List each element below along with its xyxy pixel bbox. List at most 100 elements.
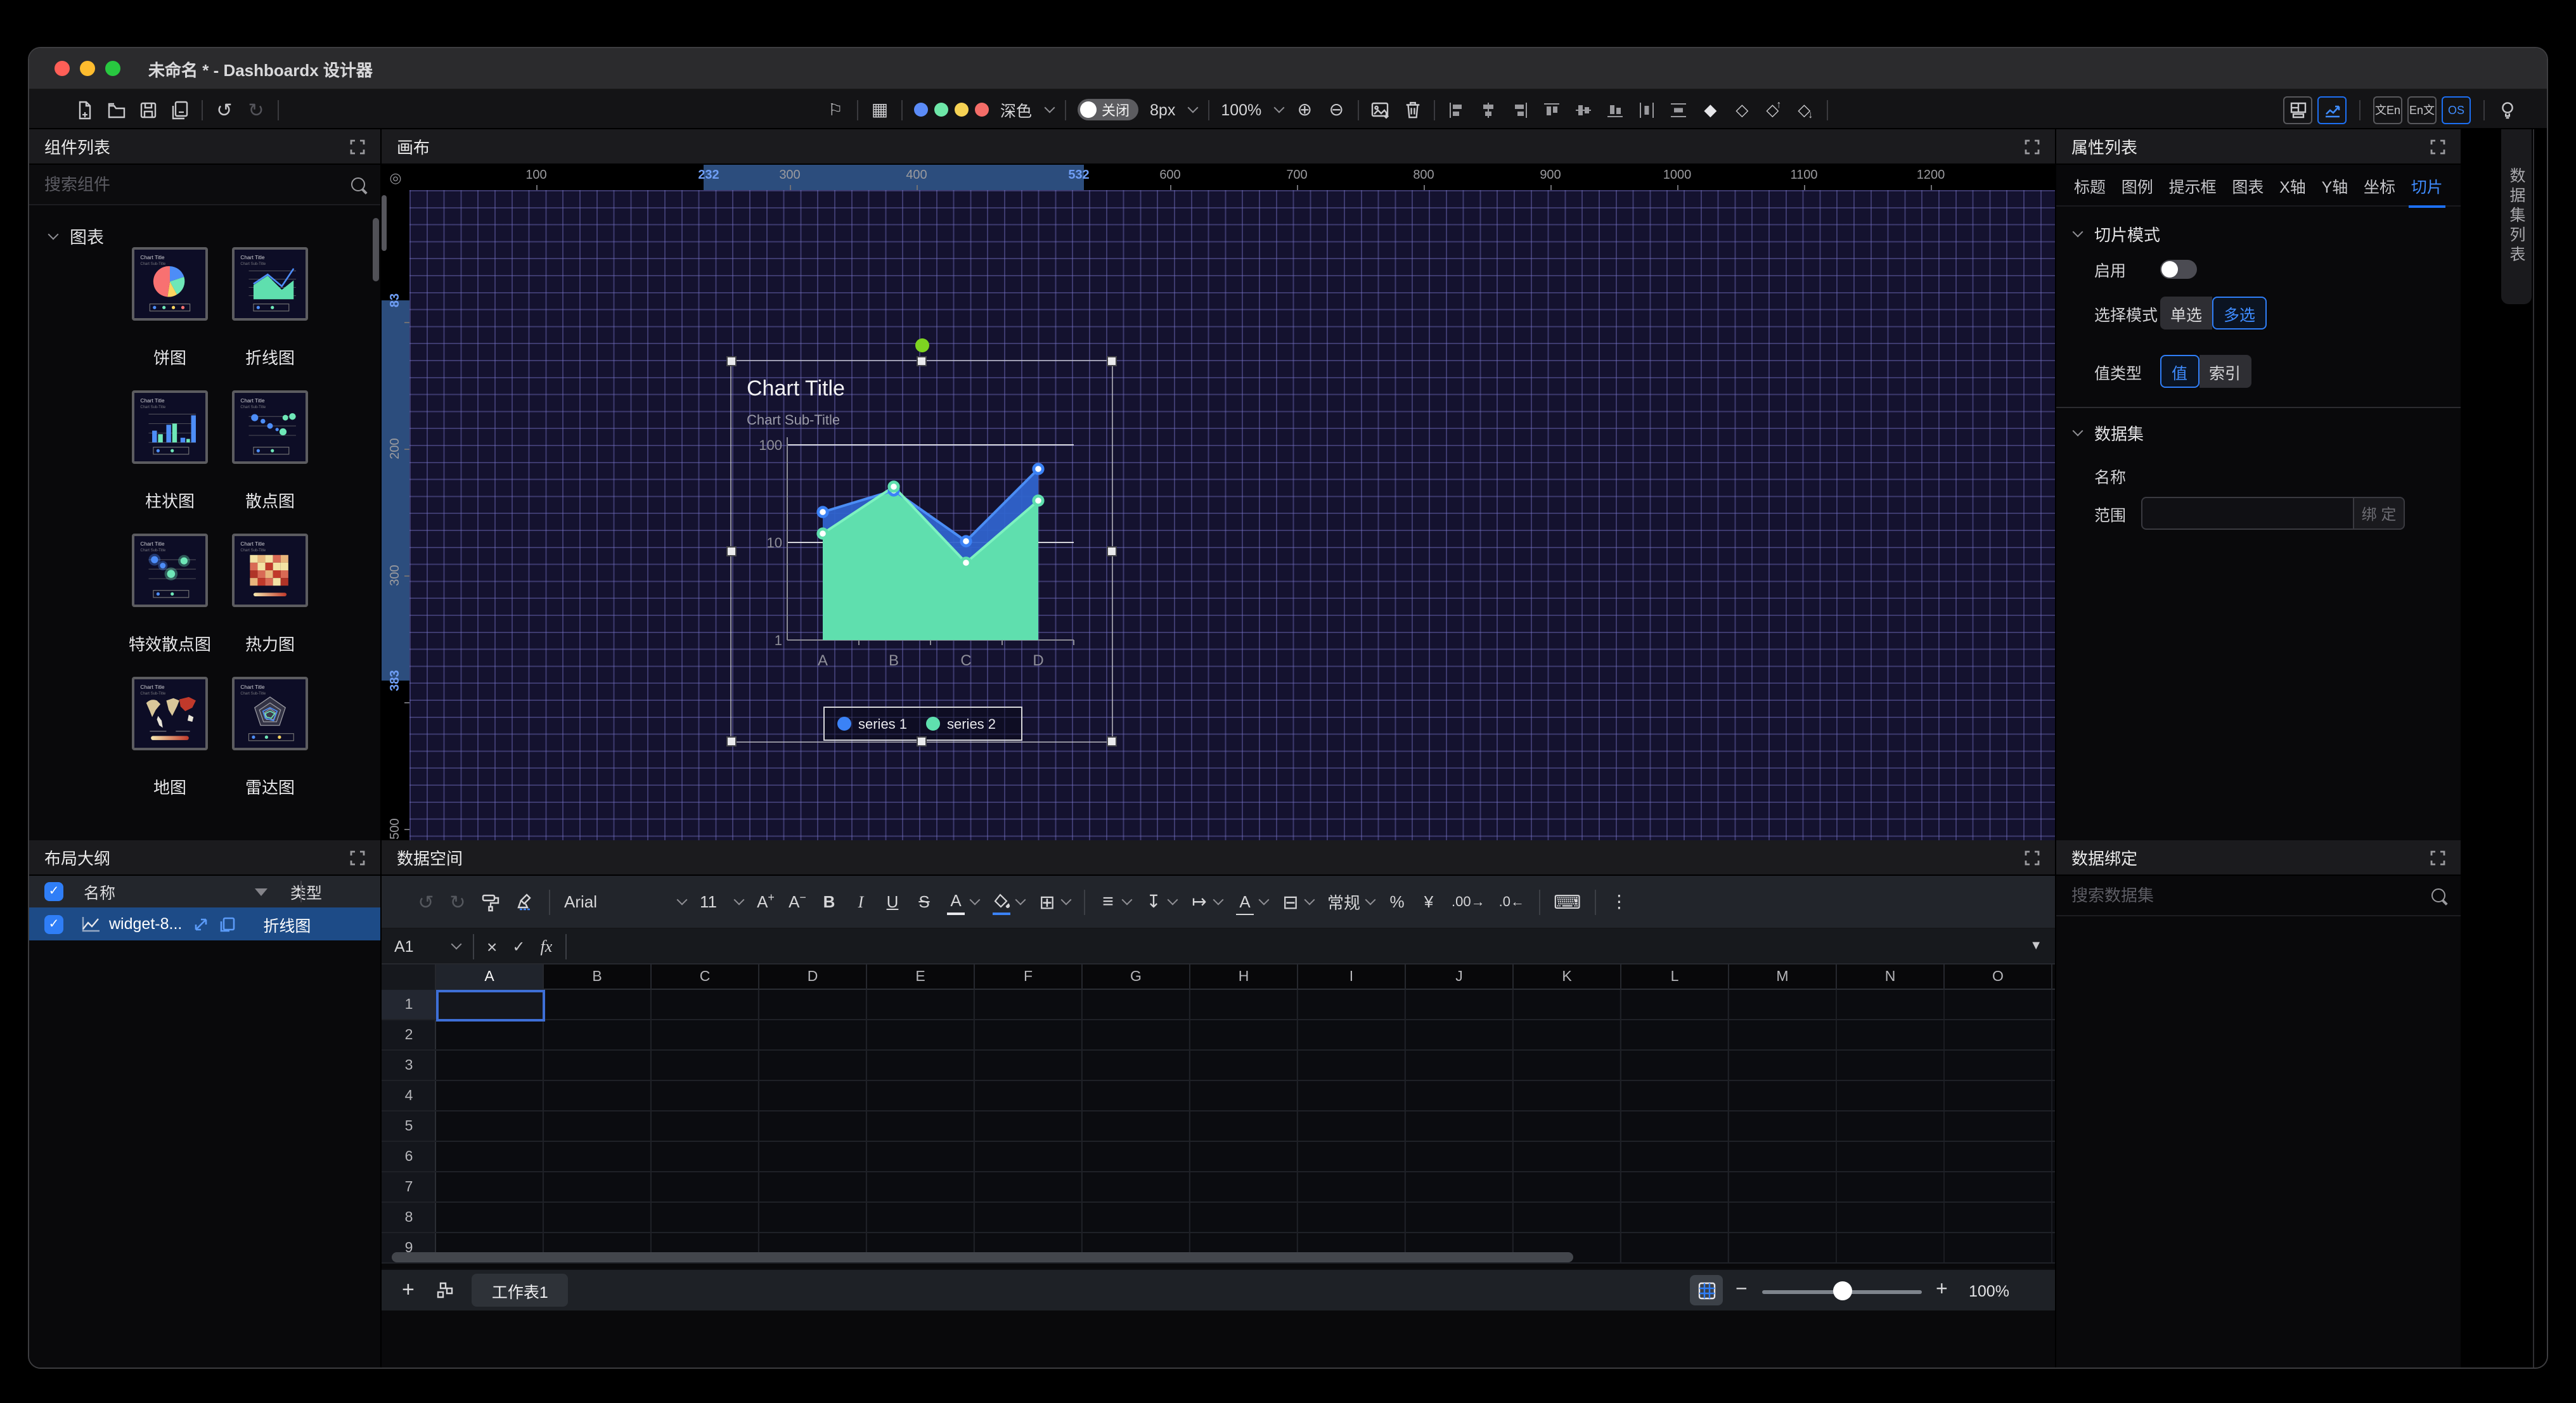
row-checkbox[interactable]: ✓	[44, 914, 63, 933]
selected-chart-widget[interactable]: Chart Title Chart Sub-Title 100 10 1	[731, 361, 1112, 741]
table-grid-icon[interactable]: ▦	[870, 98, 890, 121]
component-item-scatter[interactable]: Chart TitleChart Sub-Title 散点图	[221, 390, 319, 512]
column-header[interactable]: C	[652, 964, 759, 990]
underline-icon[interactable]: U	[884, 889, 901, 914]
tab-coords[interactable]: 坐标	[2364, 163, 2395, 207]
dataset-range-input[interactable]	[2141, 497, 2354, 530]
chevron-down-icon[interactable]	[451, 939, 462, 950]
currency-format-icon[interactable]: ¥	[1420, 889, 1438, 914]
tab-x-axis[interactable]: X轴	[2279, 163, 2306, 207]
column-header[interactable]: E	[867, 964, 975, 990]
data-validation-icon[interactable]: ⌨	[1554, 889, 1581, 914]
expand-panel-icon[interactable]	[350, 850, 365, 865]
expand-panel-icon[interactable]	[2025, 850, 2040, 865]
distribute-horizontal-icon[interactable]	[1637, 98, 1657, 121]
selected-cell-a1[interactable]	[436, 990, 545, 1022]
sheet-tab-active[interactable]: 工作表1	[472, 1274, 569, 1307]
new-file-icon[interactable]	[75, 98, 95, 121]
search-icon[interactable]	[351, 177, 365, 191]
borders-icon[interactable]: ⊞	[1038, 889, 1056, 914]
more-options-icon[interactable]: ⋮	[1610, 889, 1628, 914]
text-rotate-icon[interactable]: A	[1236, 889, 1254, 914]
slice-mode-section[interactable]: 切片模式	[2071, 222, 2160, 246]
option-multi[interactable]: 多选	[2212, 297, 2267, 330]
canvas-zoom-label[interactable]: 100%	[1221, 101, 1261, 119]
expand-panel-icon[interactable]	[2430, 850, 2445, 865]
layout-view-button[interactable]	[2283, 96, 2312, 124]
font-family-select[interactable]: Arial	[564, 889, 686, 914]
column-header[interactable]: H	[1190, 964, 1298, 990]
formula-bar-expand-icon[interactable]: ▼	[2030, 939, 2042, 953]
italic-icon[interactable]: I	[852, 889, 870, 914]
zoom-in-sheet-button[interactable]: +	[1936, 1279, 1948, 1302]
column-header[interactable]: L	[1621, 964, 1729, 990]
legend-label-series2[interactable]: series 2	[947, 716, 996, 732]
align-bottom-icon[interactable]	[1605, 98, 1625, 121]
component-item-radar[interactable]: Chart TitleChart Sub-Title 雷达图	[221, 677, 319, 798]
option-single[interactable]: 单选	[2160, 297, 2212, 330]
sheet-zoom-knob[interactable]	[1833, 1281, 1852, 1300]
vertical-align-icon[interactable]: ↧	[1145, 889, 1162, 914]
strikethrough-icon[interactable]: S	[915, 889, 933, 914]
component-item-effect-scatter[interactable]: Chart TitleChart Sub-Title 特效散点图	[120, 534, 219, 655]
function-icon[interactable]: fx	[541, 936, 553, 956]
rotate-handle[interactable]	[915, 338, 929, 352]
cell-reference[interactable]: A1	[394, 937, 450, 955]
text-wrap-icon[interactable]: ↦	[1190, 889, 1208, 914]
outline-row-widget[interactable]: ✓ widget-8... 折线图	[29, 907, 380, 940]
translate-cn-en-button[interactable]: 文En	[2373, 96, 2402, 124]
redo-icon[interactable]: ↻	[246, 98, 266, 121]
format-painter-icon[interactable]	[480, 889, 501, 914]
resize-handle-se[interactable]	[1107, 736, 1117, 746]
resize-handle-w[interactable]	[726, 546, 737, 556]
zoom-out-sheet-button[interactable]: −	[1736, 1279, 1748, 1302]
column-header[interactable]: O	[1945, 964, 2052, 990]
font-size-select[interactable]: 11	[700, 889, 743, 914]
name-column-header[interactable]: 名称	[84, 880, 115, 904]
resize-handle-n[interactable]	[917, 356, 927, 366]
chevron-down-icon[interactable]	[1188, 103, 1199, 113]
tab-y-axis[interactable]: Y轴	[2322, 163, 2348, 207]
delete-icon[interactable]	[1402, 98, 1422, 121]
formula-input[interactable]	[579, 937, 2030, 956]
column-header[interactable]: N	[1837, 964, 1945, 990]
resize-handle-sw[interactable]	[726, 736, 737, 746]
sheet-cells[interactable]: 1 2 3 4 5 6 7 8 9	[382, 990, 2055, 1264]
align-left-icon[interactable]	[1446, 98, 1467, 121]
number-format-select[interactable]: 常规	[1327, 889, 1360, 914]
filter-icon[interactable]	[255, 888, 267, 895]
expand-panel-icon[interactable]	[2430, 139, 2445, 154]
sheet-undo-icon[interactable]: ↺	[417, 889, 435, 914]
fill-color-icon[interactable]	[993, 889, 1010, 914]
option-value[interactable]: 值	[2160, 355, 2199, 388]
increase-font-icon[interactable]: A+	[757, 889, 775, 914]
component-item-bar[interactable]: Chart TitleChart Sub-Title 柱状图	[120, 390, 219, 512]
bind-button[interactable]: 绑 定	[2354, 497, 2405, 530]
export-image-icon[interactable]	[1370, 98, 1391, 121]
column-header[interactable]: F	[975, 964, 1083, 990]
resize-handle-e[interactable]	[1107, 546, 1117, 556]
sidebar-scrollbar[interactable]	[373, 218, 379, 281]
debug-flag-icon[interactable]: ⚐	[825, 98, 846, 121]
ruler-origin-icon[interactable]: ◎	[382, 165, 409, 190]
component-search-input[interactable]	[44, 175, 351, 194]
save-icon[interactable]	[138, 98, 158, 121]
os-theme-button[interactable]: OS	[2442, 96, 2471, 124]
sheet-redo-icon[interactable]: ↻	[449, 889, 467, 914]
component-item-pie[interactable]: Chart TitleChart Sub-Title 饼图	[120, 247, 219, 369]
legend-dot-series1[interactable]	[837, 717, 851, 731]
component-item-line[interactable]: Chart TitleChart Sub-Title 折线图	[221, 247, 319, 369]
expand-panel-icon[interactable]	[2025, 139, 2040, 154]
column-header[interactable]: M	[1729, 964, 1837, 990]
expand-panel-icon[interactable]	[350, 139, 365, 154]
distribute-vertical-icon[interactable]	[1668, 98, 1689, 121]
dataset-list-vertical-tab[interactable]: 数据集列表	[2501, 129, 2532, 304]
sheet-list-icon[interactable]	[435, 1281, 454, 1300]
undo-icon[interactable]: ↺	[214, 98, 235, 121]
align-right-icon[interactable]	[1510, 98, 1530, 121]
grid-size-label[interactable]: 8px	[1150, 101, 1175, 119]
send-backward-icon[interactable]: ◇↓	[1795, 98, 1815, 121]
grid-snap-toggle[interactable]: 关闭	[1078, 99, 1138, 120]
increase-decimal-icon[interactable]: .00→	[1452, 889, 1485, 914]
bold-icon[interactable]: B	[820, 889, 838, 914]
